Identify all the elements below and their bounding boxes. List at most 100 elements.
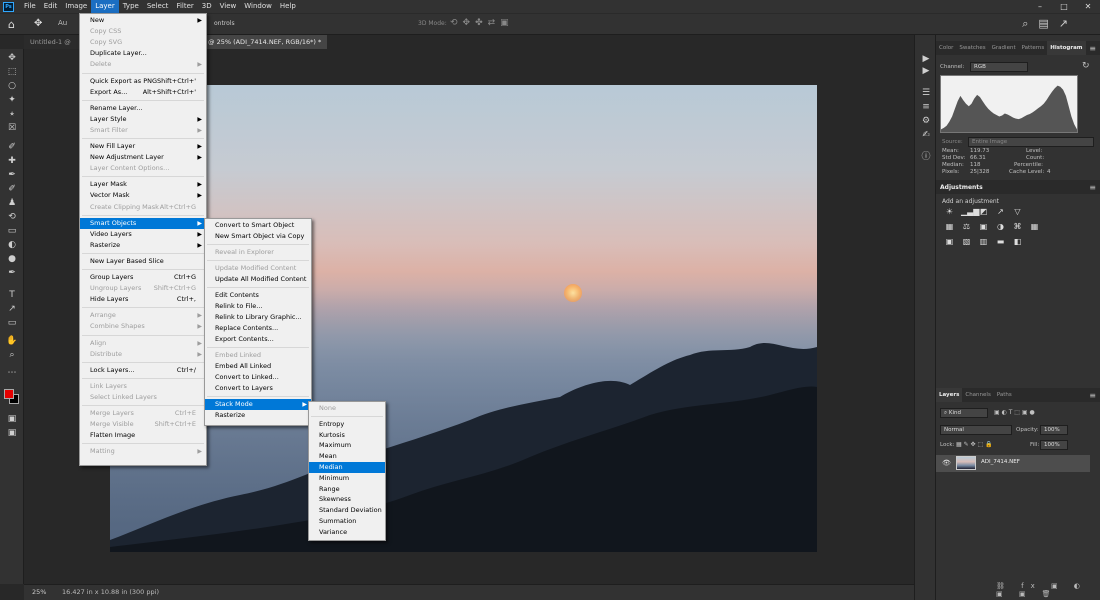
stack-mode-skewness[interactable]: Skewness: [309, 494, 385, 505]
brush-settings-icon[interactable]: ⚙: [920, 115, 932, 127]
menu-select[interactable]: Select: [143, 0, 173, 13]
vibrance-icon[interactable]: ▽: [1012, 207, 1023, 217]
stack-mode-mean[interactable]: Mean: [309, 451, 385, 462]
smart-objects-rasterize[interactable]: Rasterize: [205, 410, 311, 421]
stack-mode-range[interactable]: Range: [309, 484, 385, 495]
layer-menu-quick-export-as-png[interactable]: Quick Export as PNG Shift+Ctrl+': [80, 76, 206, 87]
tab-histogram[interactable]: Histogram: [1047, 41, 1086, 55]
home-icon[interactable]: ⌂: [8, 18, 15, 31]
smart-objects-stack-mode[interactable]: Stack Mode ▶: [205, 399, 311, 410]
fill-input[interactable]: 100%: [1040, 440, 1068, 450]
marquee-tool-icon[interactable]: ⬚: [5, 66, 19, 78]
eyedropper-tool-icon[interactable]: ✐: [5, 141, 19, 153]
channel-mixer-icon[interactable]: ⌘: [1012, 222, 1023, 232]
menu-layer[interactable]: Layer: [91, 0, 119, 13]
threshold-icon[interactable]: ▥: [978, 237, 989, 247]
gradient-tool-icon[interactable]: ◐: [5, 239, 19, 251]
stack-mode-kurtosis[interactable]: Kurtosis: [309, 430, 385, 441]
menu-file[interactable]: File: [20, 0, 40, 13]
opacity-input[interactable]: 100%: [1040, 425, 1068, 435]
move-tool-icon[interactable]: ✥: [34, 18, 42, 29]
eraser-tool-icon[interactable]: ▭: [5, 225, 19, 237]
levels-icon[interactable]: ▁▃▆: [961, 207, 979, 217]
photo-filter-icon[interactable]: ◑: [995, 222, 1006, 232]
menu-3d[interactable]: 3D: [198, 0, 216, 13]
tab-gradient[interactable]: Gradient: [989, 41, 1019, 55]
quick-mask-icon[interactable]: ▣: [5, 413, 19, 425]
exposure-icon[interactable]: ↗: [995, 207, 1006, 217]
rectangle-tool-icon[interactable]: ▭: [5, 317, 19, 329]
menu-filter[interactable]: Filter: [172, 0, 197, 13]
stack-mode-median[interactable]: Median: [309, 462, 385, 473]
brightness-icon[interactable]: ☀: [944, 207, 955, 217]
tab-patterns[interactable]: Patterns: [1019, 41, 1048, 55]
color-balance-icon[interactable]: ⚖: [961, 222, 972, 232]
quick-select-tool-icon[interactable]: ✦: [5, 94, 19, 106]
foreground-color-swatch[interactable]: [4, 389, 14, 399]
history-icon[interactable]: ▶: [920, 53, 932, 65]
selective-color-icon[interactable]: ◧: [1012, 237, 1023, 247]
stack-mode-entropy[interactable]: Entropy: [309, 419, 385, 430]
type-tool-icon[interactable]: T: [5, 289, 19, 301]
smart-objects-export-contents[interactable]: Export Contents...: [205, 334, 311, 345]
brush-tool-icon[interactable]: ✒: [5, 169, 19, 181]
layer-menu-flatten-image[interactable]: Flatten Image: [80, 430, 206, 441]
layer-menu-group-layers[interactable]: Group Layers Ctrl+G: [80, 272, 206, 283]
path-select-tool-icon[interactable]: ↗: [5, 303, 19, 315]
options-right-icons[interactable]: ⌕▤↗: [1022, 17, 1078, 31]
layer-menu-rasterize[interactable]: Rasterize ▶: [80, 240, 206, 251]
minimize-button[interactable]: –: [1028, 0, 1052, 13]
smart-objects-relink-to-file[interactable]: Relink to File...: [205, 301, 311, 312]
tab-adi-7414[interactable]: @ 25% (ADI_7414.NEF, RGB/16*) *: [202, 35, 328, 49]
blend-mode-select[interactable]: Normal: [940, 425, 1012, 435]
layer-menu-duplicate-layer[interactable]: Duplicate Layer...: [80, 48, 206, 59]
clone-stamp-tool-icon[interactable]: ♟: [5, 197, 19, 209]
invert-icon[interactable]: ▣: [944, 237, 955, 247]
stack-mode-variance[interactable]: Variance: [309, 527, 385, 538]
curves-icon[interactable]: ◩: [978, 207, 989, 217]
layer-menu-video-layers[interactable]: Video Layers ▶: [80, 229, 206, 240]
info-icon[interactable]: ⓘ: [920, 151, 932, 163]
layer-menu-vector-mask[interactable]: Vector Mask ▶: [80, 190, 206, 201]
zoom-level[interactable]: 25%: [32, 588, 46, 596]
history-brush-tool-icon[interactable]: ⟲: [5, 211, 19, 223]
lasso-tool-icon[interactable]: ○: [5, 80, 19, 92]
pen-tool-icon[interactable]: ✒: [5, 267, 19, 279]
layer-name[interactable]: ADI_7414.NEF: [981, 459, 1020, 465]
stack-mode-maximum[interactable]: Maximum: [309, 440, 385, 451]
stack-mode-standard-deviation[interactable]: Standard Deviation: [309, 505, 385, 516]
stack-mode-minimum[interactable]: Minimum: [309, 473, 385, 484]
black-white-icon[interactable]: ▣: [978, 222, 989, 232]
hand-tool-icon[interactable]: ✋: [5, 335, 19, 347]
smart-objects-update-all-modified-content[interactable]: Update All Modified Content: [205, 274, 311, 285]
maximize-button[interactable]: □: [1052, 0, 1076, 13]
brushes-icon[interactable]: ✍: [920, 129, 932, 141]
auto-select-checkbox[interactable]: Au: [58, 19, 67, 27]
properties-icon[interactable]: ≡: [920, 101, 932, 113]
pencil-tool-icon[interactable]: ✐: [5, 183, 19, 195]
layers-bottom-icons[interactable]: ⛓ fx ▣ ◐ ▣ ▣ 🗑: [996, 582, 1100, 598]
tab-untitled-1[interactable]: Untitled-1 @ 10: [24, 35, 80, 60]
source-select[interactable]: Entire Image: [968, 137, 1094, 147]
layer-menu-export-as[interactable]: Export As... Alt+Shift+Ctrl+': [80, 87, 206, 98]
zoom-tool-icon[interactable]: ⌕: [5, 349, 19, 361]
menu-image[interactable]: Image: [61, 0, 91, 13]
layer-menu-new-adjustment-layer[interactable]: New Adjustment Layer ▶: [80, 152, 206, 163]
layer-filter-icons[interactable]: ▣ ◐ T ⬚ ▣ ●: [994, 409, 1035, 416]
libraries-icon[interactable]: ☰: [920, 87, 932, 99]
layer-menu-layer-mask[interactable]: Layer Mask ▶: [80, 179, 206, 190]
document-info[interactable]: 16.427 in x 10.88 in (300 ppi): [62, 588, 159, 596]
tab-paths[interactable]: Paths: [994, 388, 1015, 402]
hue-saturation-icon[interactable]: ▦: [944, 222, 955, 232]
color-lookup-icon[interactable]: ▦: [1029, 222, 1040, 232]
blur-tool-icon[interactable]: ●: [5, 253, 19, 265]
actions-icon[interactable]: ▶: [920, 65, 932, 77]
tab-color[interactable]: Color: [936, 41, 956, 55]
3d-mode-icons[interactable]: ⟲✥✤⇄▣: [450, 18, 514, 28]
smart-objects-replace-contents[interactable]: Replace Contents...: [205, 323, 311, 334]
layer-row-adi-7414[interactable]: 👁 ADI_7414.NEF: [936, 455, 1090, 472]
smart-objects-edit-contents[interactable]: Edit Contents: [205, 290, 311, 301]
lock-icons[interactable]: ▦ ✎ ✥ ⬚ 🔒: [956, 441, 993, 448]
tab-swatches[interactable]: Swatches: [956, 41, 988, 55]
move-tool-icon[interactable]: ✥: [5, 52, 19, 64]
